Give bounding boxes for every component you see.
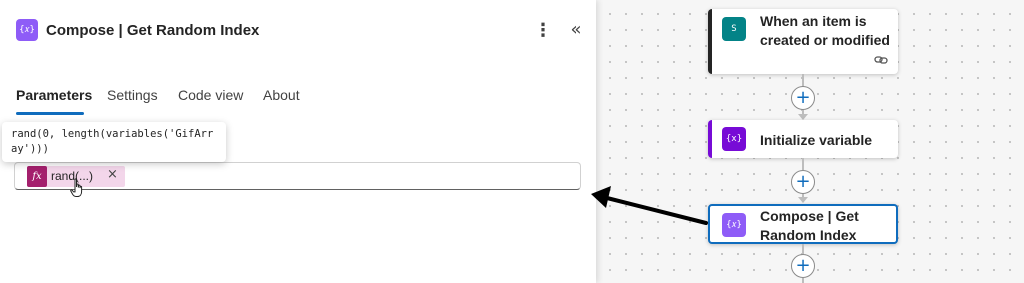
tab-about[interactable]: About [263,87,300,103]
link-icon [874,56,888,64]
pane-title[interactable]: Compose | Get Random Index [46,22,259,39]
more-options-button[interactable]: ⋮ [534,19,552,43]
compose-icon: {𝑥} [722,213,746,237]
flow-designer-canvas[interactable]: S When an item is created or modified + … [596,0,1024,283]
connector-line [802,244,804,254]
connector-line [802,278,804,283]
connector-arrow [798,197,808,203]
add-step-button[interactable]: + [791,254,815,278]
compose-card[interactable]: {𝑥} Compose | Get Random Index [708,204,898,244]
action-details-pane: {𝑥} Compose | Get Random Index ⋮ « Param… [0,0,596,283]
compose-icon: {𝑥} [16,19,38,41]
hand-cursor-icon [70,178,83,197]
initialize-variable-title: Initialize variable [760,132,873,148]
add-step-button[interactable]: + [791,170,815,194]
initialize-variable-card[interactable]: {x} Initialize variable [708,120,898,158]
trigger-card[interactable]: S When an item is created or modified [708,9,898,74]
tab-code-view[interactable]: Code view [178,87,243,103]
trigger-title: When an item is created or modified [760,13,890,48]
inputs-field[interactable]: fx rand(...) × [14,162,581,190]
tab-settings[interactable]: Settings [107,87,158,103]
fx-icon: fx [27,166,47,187]
active-tab-indicator [16,112,84,115]
compose-title: Compose | Get Random Index [760,208,859,243]
expression-tooltip: rand(0, length(variables('GifArray'))) [2,122,226,162]
add-step-button[interactable]: + [791,86,815,110]
collapse-pane-button[interactable]: « [566,19,586,43]
card-accent [708,120,712,158]
connector-line [802,158,804,170]
tab-parameters[interactable]: Parameters [16,87,92,103]
card-accent [708,9,712,74]
sharepoint-icon: S [722,17,746,41]
remove-token-button[interactable]: × [107,167,118,182]
pane-header: {𝑥} Compose | Get Random Index ⋮ « [16,19,588,45]
variable-icon: {x} [722,127,746,151]
